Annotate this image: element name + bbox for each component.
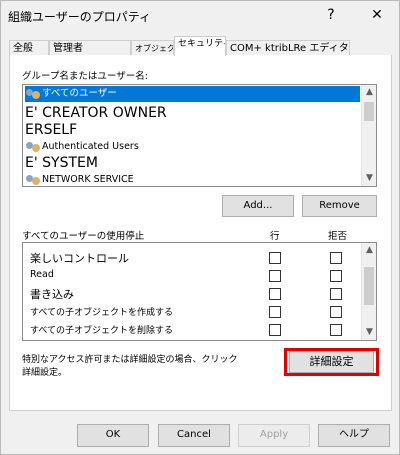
scroll-up-icon[interactable]: ▲ (362, 243, 376, 258)
allow-checkbox[interactable] (269, 270, 281, 282)
users-icon (25, 174, 41, 186)
tab-object[interactable]: オブジェクト (131, 40, 174, 56)
scroll-up-icon[interactable]: ▲ (362, 85, 376, 100)
permission-row: すべての子オブジェクトを作成する (23, 303, 361, 321)
help-button[interactable]: ヘルプ (318, 424, 390, 447)
advanced-button[interactable]: 詳細設定 (289, 351, 374, 373)
tab-com-editor[interactable]: COM+ ktribLRe エディター (226, 40, 350, 56)
tab-security[interactable]: セキュリティ (174, 36, 226, 56)
remove-button[interactable]: Remove (302, 195, 377, 217)
permission-label: Read (30, 269, 54, 280)
deny-checkbox[interactable] (330, 252, 342, 264)
principal-item-network-service[interactable]: NETWORK SERVICE (25, 172, 360, 186)
scroll-down-icon[interactable]: ▼ (362, 325, 376, 340)
allow-checkbox[interactable] (269, 324, 281, 336)
allow-checkbox[interactable] (269, 252, 281, 264)
principal-item-system[interactable]: E' SYSTEM (25, 155, 360, 171)
permissions-label: すべてのユーザーの使用停止 (22, 231, 145, 242)
close-button[interactable]: ✕ (362, 4, 392, 26)
tab-administrator[interactable]: 管理者 (49, 40, 131, 56)
permission-label: 楽しいコントロール (30, 252, 129, 265)
permission-row: 書き込み (23, 285, 361, 303)
principal-list[interactable]: すべてのユーザー E' CREATOR OWNER ERSELF Authent… (22, 84, 377, 187)
allow-header: 行 (270, 231, 280, 242)
help-title-button[interactable]: ? (316, 4, 346, 26)
permission-row: すべての子オブジェクトを削除する (23, 321, 361, 339)
deny-checkbox[interactable] (330, 306, 342, 318)
permission-label: 書き込み (30, 288, 74, 301)
scroll-thumb[interactable] (364, 102, 374, 121)
deny-checkbox[interactable] (330, 288, 342, 300)
principal-item-authenticated-users[interactable]: Authenticated Users (25, 139, 360, 155)
special-permissions-note-2: 詳細設定。 (22, 368, 68, 378)
permissions-list: 楽しいコントロール Read 書き込み すべての子オブジェクトを作成する すべて… (22, 242, 377, 341)
allow-checkbox[interactable] (269, 288, 281, 300)
apply-button[interactable]: Apply (238, 424, 310, 447)
dialog-title: 組織ユーザーのプロパティ (8, 10, 152, 24)
ok-button[interactable]: OK (77, 424, 149, 447)
users-icon (25, 141, 41, 153)
group-user-label: グループ名またはユーザー名: (22, 71, 148, 82)
permission-label: すべての子オブジェクトを作成する (30, 308, 174, 318)
deny-header: 拒否 (328, 231, 348, 242)
principal-item-self[interactable]: ERSELF (25, 122, 360, 138)
principal-item-everyone[interactable]: すべてのユーザー (25, 86, 360, 102)
scroll-down-icon[interactable]: ▼ (362, 171, 376, 186)
tab-general[interactable]: 全般 (9, 40, 49, 56)
special-permissions-note: 特別なアクセス許可または詳細設定の場合、クリック (22, 355, 238, 365)
principal-item-creator-owner[interactable]: E' CREATOR OWNER (25, 105, 360, 121)
cancel-button[interactable]: Cancel (158, 424, 230, 447)
deny-checkbox[interactable] (330, 270, 342, 282)
scroll-thumb[interactable] (364, 267, 374, 305)
permissions-scrollbar[interactable]: ▲ ▼ (361, 243, 376, 340)
users-icon (25, 88, 41, 100)
deny-checkbox[interactable] (330, 324, 342, 336)
permission-label: すべての子オブジェクトを削除する (30, 326, 174, 336)
permission-row: 楽しいコントロール (23, 249, 361, 267)
principal-list-scrollbar[interactable]: ▲ ▼ (361, 85, 376, 186)
add-button[interactable]: Add... (222, 195, 294, 217)
permission-row: Read (23, 267, 361, 285)
allow-checkbox[interactable] (269, 306, 281, 318)
